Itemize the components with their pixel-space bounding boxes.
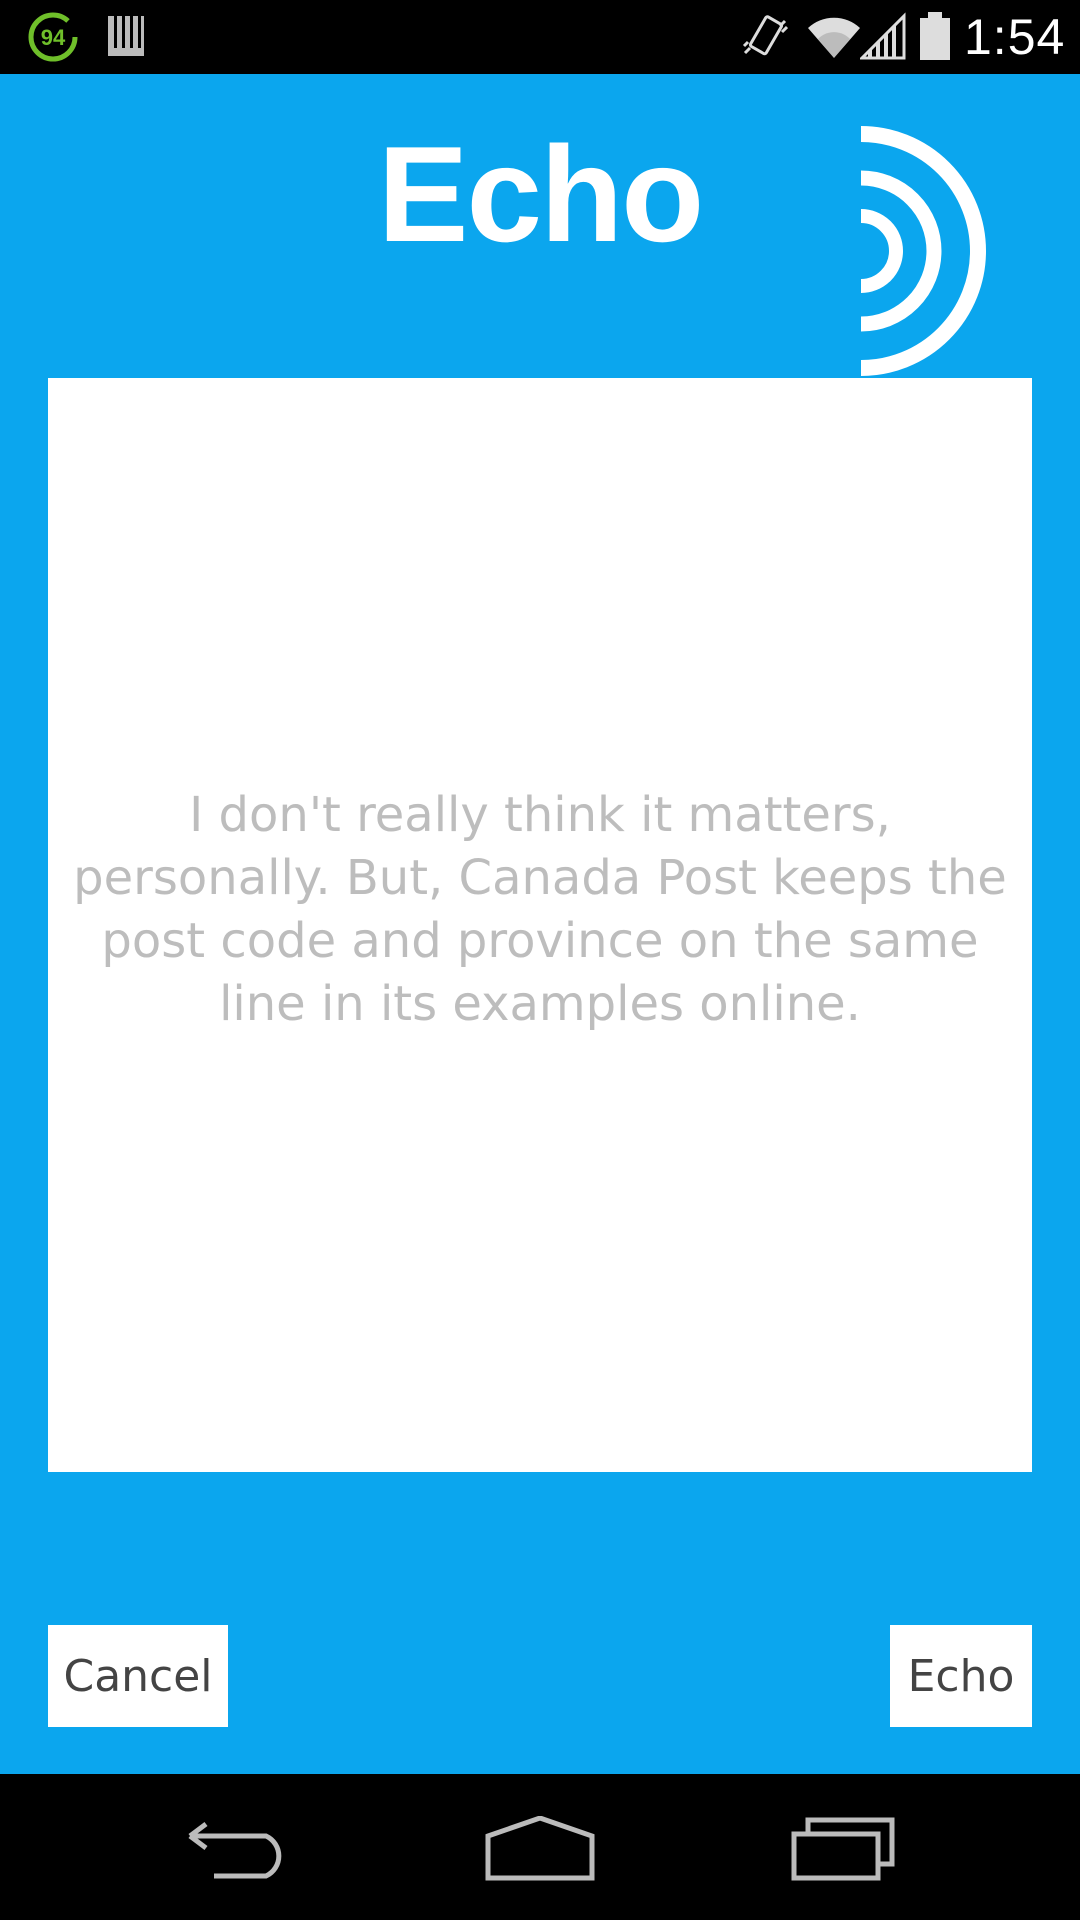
navigation-bar: [0, 1774, 1080, 1920]
back-icon[interactable]: [184, 1818, 294, 1882]
wifi-icon: [808, 17, 860, 58]
vibrate-icon: [742, 15, 788, 56]
recents-icon[interactable]: [790, 1816, 896, 1882]
sd-card-icon: [108, 16, 144, 56]
battery-level-text: 94: [41, 25, 66, 50]
battery-icon: [920, 12, 950, 60]
cancel-button[interactable]: Cancel: [48, 1625, 228, 1727]
echo-compose-screen: Echo I don't really think it matters, pe…: [0, 74, 1080, 1774]
signal-icon: [860, 12, 906, 60]
echo-waves-icon: [860, 126, 986, 376]
status-bar: 94 1:54: [0, 0, 1080, 74]
message-text: I don't really think it matters, persona…: [73, 787, 1007, 1032]
home-icon[interactable]: [484, 1816, 596, 1882]
battery-circle-icon: 94: [28, 12, 78, 62]
screen: 94 1:54 Echo I don't really think it mat…: [0, 0, 1080, 1920]
echo-button[interactable]: Echo: [890, 1625, 1032, 1727]
message-text-area[interactable]: I don't really think it matters, persona…: [48, 378, 1032, 1472]
status-clock: 1:54: [964, 9, 1066, 65]
